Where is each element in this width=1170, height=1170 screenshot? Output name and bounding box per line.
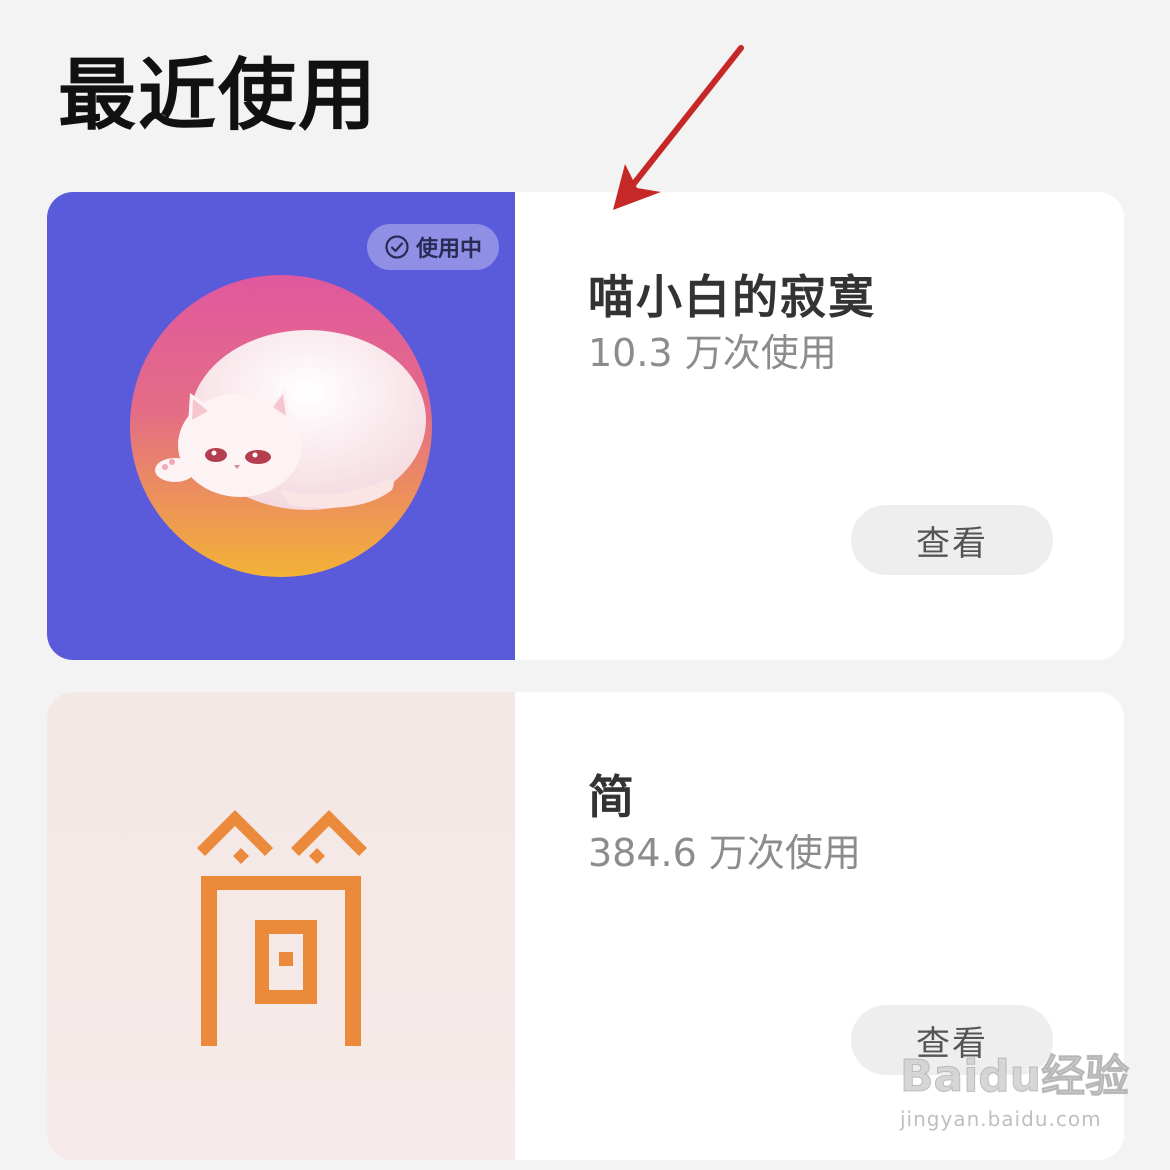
theme-thumbnail[interactable] bbox=[47, 692, 515, 1160]
view-button[interactable]: 查看 bbox=[851, 505, 1053, 575]
theme-card[interactable]: 使用中 喵小白的寂寞 10.3 万次使用 查看 bbox=[47, 192, 1124, 660]
theme-info: 简 384.6 万次使用 bbox=[588, 770, 861, 877]
theme-thumbnail[interactable]: 使用中 bbox=[47, 192, 515, 660]
in-use-badge-label: 使用中 bbox=[415, 237, 482, 262]
jian-character-logo-icon bbox=[197, 810, 367, 1046]
theme-name: 喵小白的寂寞 bbox=[588, 270, 876, 324]
theme-info: 喵小白的寂寞 10.3 万次使用 bbox=[588, 270, 876, 377]
theme-name: 简 bbox=[588, 770, 636, 824]
cat-illustration-icon bbox=[130, 275, 432, 577]
in-use-badge: 使用中 bbox=[367, 224, 499, 270]
section-title: 最近使用 bbox=[58, 51, 379, 141]
usage-count: 384.6 万次使用 bbox=[588, 831, 861, 876]
theme-card[interactable]: 简 384.6 万次使用 查看 bbox=[47, 692, 1124, 1160]
view-button[interactable]: 查看 bbox=[851, 1005, 1053, 1075]
check-circle-icon bbox=[385, 235, 409, 259]
recent-themes-page: 最近使用 使用中 喵小白的寂寞 10.3 万次使用 查看 简 384.6 万次使… bbox=[0, 0, 1170, 1170]
usage-count: 10.3 万次使用 bbox=[588, 331, 837, 376]
